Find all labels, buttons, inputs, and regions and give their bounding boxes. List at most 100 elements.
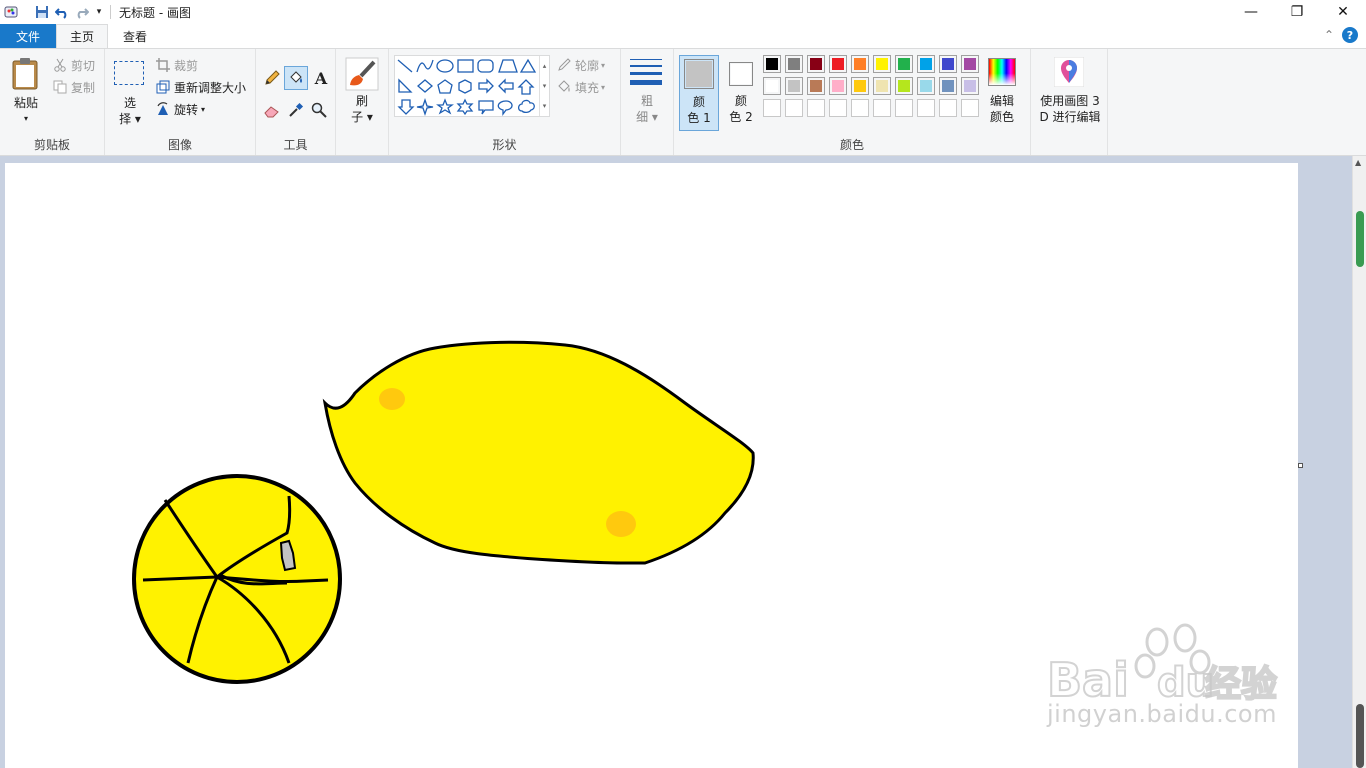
fill-button[interactable]: 填充 ▾ xyxy=(556,77,605,97)
tools-group: A 工具 xyxy=(256,49,336,155)
color-picker-tool[interactable] xyxy=(285,99,307,121)
palette-swatch[interactable] xyxy=(917,55,935,73)
rainbow-icon xyxy=(988,58,1016,86)
edit-with-paint3d-button[interactable]: 使用画图 3 D 进行编辑 xyxy=(1035,55,1105,131)
tab-home[interactable]: 主页 xyxy=(56,24,108,48)
paint-bucket-icon xyxy=(290,71,302,83)
app-icon[interactable] xyxy=(2,1,20,23)
outline-brush-icon xyxy=(556,57,572,73)
magnifier-tool[interactable] xyxy=(308,99,330,121)
scroll-up-arrow[interactable]: ▲ xyxy=(1355,158,1361,167)
scroll-thumb[interactable] xyxy=(1356,211,1364,267)
palette-swatch-color xyxy=(788,58,800,70)
rotate-dropdown-icon: ▾ xyxy=(201,104,206,114)
palette-swatch[interactable] xyxy=(895,77,913,95)
color1-swatch xyxy=(684,59,714,89)
collapse-ribbon-icon[interactable]: ⌃ xyxy=(1324,28,1334,42)
palette-swatch[interactable] xyxy=(851,77,869,95)
palette-swatch[interactable] xyxy=(851,99,869,117)
right-arrow-shape-icon xyxy=(478,78,494,94)
color1-button[interactable]: 颜 色 1 xyxy=(679,55,719,131)
tab-view[interactable]: 查看 xyxy=(108,24,162,48)
palette-swatch[interactable] xyxy=(785,55,803,73)
right-triangle-shape-icon xyxy=(398,78,413,93)
line-shape-icon xyxy=(397,59,413,73)
tab-file[interactable]: 文件 xyxy=(0,24,56,48)
size-button[interactable]: 粗 细 ▾ xyxy=(627,55,667,127)
palette-swatch[interactable] xyxy=(763,55,781,73)
maximize-button[interactable]: ❐ xyxy=(1274,0,1320,24)
palette-swatch[interactable] xyxy=(829,99,847,117)
cut-button[interactable]: 剪切 xyxy=(52,55,95,75)
resize-button[interactable]: 重新调整大小 xyxy=(155,77,246,97)
outline-button[interactable]: 轮廓 ▾ xyxy=(556,55,605,75)
scroll-indicator xyxy=(1356,704,1364,768)
select-label-2: 择 ▾ xyxy=(119,112,141,126)
palette-swatch[interactable] xyxy=(807,99,825,117)
palette-swatch[interactable] xyxy=(763,99,781,117)
paste-button[interactable]: 粘贴 ▾ xyxy=(6,55,46,127)
customize-toolbar-icon[interactable]: ▾ xyxy=(92,1,106,23)
drawing-canvas[interactable] xyxy=(5,163,1298,768)
palette-swatch[interactable] xyxy=(961,55,979,73)
palette-swatch[interactable] xyxy=(939,99,957,117)
pencil-tool[interactable] xyxy=(261,67,283,89)
close-button[interactable]: ✕ xyxy=(1320,0,1366,24)
palette-swatch[interactable] xyxy=(961,77,979,95)
copy-button[interactable]: 复制 xyxy=(52,77,95,97)
eraser-tool[interactable] xyxy=(261,99,283,121)
minimize-button[interactable]: — xyxy=(1228,0,1274,24)
save-icon[interactable] xyxy=(32,1,52,23)
palette-swatch[interactable] xyxy=(785,77,803,95)
palette-swatch-color xyxy=(920,80,932,92)
palette-swatch[interactable] xyxy=(895,55,913,73)
palette-swatch-color xyxy=(876,80,888,92)
palette-swatch-color xyxy=(832,58,844,70)
palette-swatch[interactable] xyxy=(939,55,957,73)
select-button[interactable]: 选 择 ▾ xyxy=(111,57,149,129)
color2-fill xyxy=(731,64,751,84)
rotate-icon xyxy=(155,101,171,117)
text-tool[interactable]: A xyxy=(310,67,332,89)
palette-swatch[interactable] xyxy=(763,77,781,95)
palette-swatch-color xyxy=(766,80,778,92)
resize-label: 重新调整大小 xyxy=(174,80,247,95)
rotate-button[interactable]: 旋转 ▾ xyxy=(155,99,205,119)
help-icon[interactable]: ? xyxy=(1342,27,1358,43)
window-title: 无标题 - 画图 xyxy=(119,5,191,20)
palette-swatch[interactable] xyxy=(785,99,803,117)
palette-swatch[interactable] xyxy=(895,99,913,117)
palette-swatch[interactable] xyxy=(917,99,935,117)
palette-swatch-color xyxy=(898,58,910,70)
crop-icon xyxy=(155,57,171,73)
palette-swatch[interactable] xyxy=(939,77,957,95)
palette-swatch[interactable] xyxy=(873,99,891,117)
palette-swatch[interactable] xyxy=(807,77,825,95)
canvas-resize-handle[interactable] xyxy=(1298,463,1303,468)
palette-swatch[interactable] xyxy=(873,55,891,73)
left-arrow-shape-icon xyxy=(498,78,514,94)
palette-swatch[interactable] xyxy=(829,55,847,73)
resize-icon xyxy=(155,79,171,95)
redo-icon[interactable] xyxy=(72,1,92,23)
clipboard-group: 粘贴 ▾ 剪切 复制 剪贴板 xyxy=(0,49,105,155)
fill-tool[interactable] xyxy=(284,66,308,90)
fill-label: 填充 xyxy=(575,80,600,95)
palette-swatch[interactable] xyxy=(917,77,935,95)
palette-swatch[interactable] xyxy=(961,99,979,117)
vertical-scrollbar[interactable]: ▲ xyxy=(1352,156,1366,768)
eraser-icon xyxy=(264,106,279,118)
palette-swatch[interactable] xyxy=(807,55,825,73)
color1-fill xyxy=(686,61,712,87)
crop-button[interactable]: 裁剪 xyxy=(155,55,198,75)
shapes-scroll[interactable]: ▴ ▾ ▾ xyxy=(539,56,549,116)
edit-colors-button[interactable]: 编辑 颜色 xyxy=(984,55,1020,131)
color1-label-1: 颜 xyxy=(692,95,705,109)
brushes-button[interactable]: 刷 子 ▾ xyxy=(342,55,382,127)
up-arrow-shape-icon xyxy=(517,79,535,95)
palette-swatch[interactable] xyxy=(873,77,891,95)
color2-button[interactable]: 颜 色 2 xyxy=(722,55,762,131)
palette-swatch[interactable] xyxy=(829,77,847,95)
palette-swatch[interactable] xyxy=(851,55,869,73)
undo-icon[interactable] xyxy=(52,1,72,23)
